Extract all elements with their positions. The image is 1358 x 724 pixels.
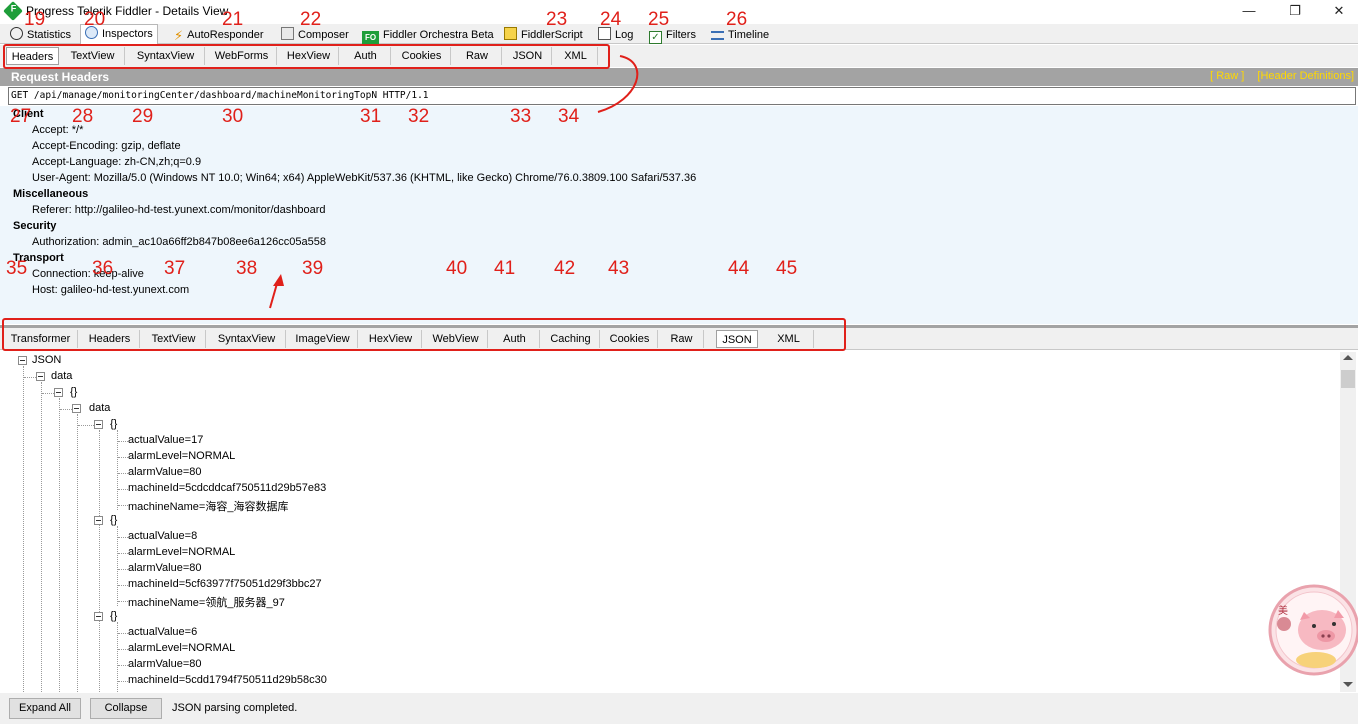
- annotation-number: 45: [776, 258, 798, 279]
- annotation-number: 19: [24, 9, 46, 30]
- annotation-curve: [597, 55, 639, 113]
- annotation-number: 26: [726, 9, 748, 30]
- annotation-number: 37: [164, 258, 186, 279]
- annotation-number: 42: [554, 258, 576, 279]
- annotation-number: 43: [608, 258, 630, 279]
- annotation-number: 20: [84, 9, 106, 30]
- annotation-number: 21: [222, 9, 244, 30]
- annotation-number: 40: [446, 258, 468, 279]
- annotation-number: 28: [72, 106, 94, 127]
- annotation-number: 25: [648, 9, 670, 30]
- annotation-number: 24: [600, 9, 622, 30]
- annotation-number: 33: [510, 106, 532, 127]
- annotation-number: 35: [6, 258, 28, 279]
- annotation-number: 38: [236, 258, 258, 279]
- pig-mascot-sticker-icon: 美: [1268, 584, 1358, 676]
- annotation-number: 36: [92, 258, 114, 279]
- annotation-number: 27: [10, 106, 32, 127]
- annotation-number: 30: [222, 106, 244, 127]
- annotation-number: 22: [300, 9, 322, 30]
- annotation-number: 44: [728, 258, 750, 279]
- annotation-number: 41: [494, 258, 516, 279]
- annotation-number: 34: [558, 106, 580, 127]
- annotation-arrow-head: [273, 274, 284, 286]
- annotation-arrows: [269, 55, 639, 309]
- svg-text:美: 美: [1278, 604, 1288, 617]
- annotation-number: 32: [408, 106, 430, 127]
- annotation-number: 23: [546, 9, 568, 30]
- annotation-number: 29: [132, 106, 154, 127]
- annotation-number: 39: [302, 258, 324, 279]
- annotation-number: 31: [360, 106, 382, 127]
